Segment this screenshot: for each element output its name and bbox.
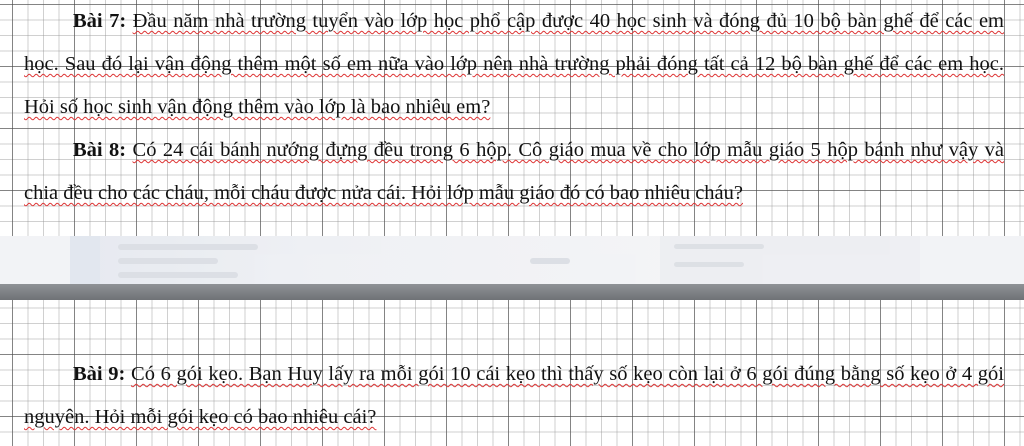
problem-7-text: Đầu năm nhà trường tuyển vào lớp học phổ… — [24, 10, 1005, 118]
worksheet-page-top: Bài 7: Đầu năm nhà trường tuyển vào lớp … — [0, 0, 1024, 236]
worksheet-page-bottom: Bài 9: Có 6 gói kẹo. Bạn Huy lấy ra mỗi … — [0, 300, 1024, 446]
problem-7-label: Bài 7: — [73, 10, 127, 32]
page-separator — [0, 284, 1024, 300]
page-break-area — [0, 236, 1024, 300]
problem-8-label: Bài 8: — [73, 139, 127, 161]
problem-9-text: Có 6 gói kẹo. Bạn Huy lấy ra mỗi gói 10 … — [24, 363, 1005, 428]
problem-7: Bài 7: Đầu năm nhà trường tuyển vào lớp … — [24, 0, 1004, 129]
problem-8: Bài 8: Có 24 cái bánh nướng đựng đều tro… — [24, 129, 1004, 215]
problem-8-text: Có 24 cái bánh nướng đựng đều trong 6 hộ… — [24, 139, 1004, 204]
background-panel-ghost — [660, 236, 920, 284]
problem-9-label: Bài 9: — [73, 363, 126, 385]
problem-9: Bài 9: Có 6 gói kẹo. Bạn Huy lấy ra mỗi … — [24, 353, 1004, 439]
background-window-ghost — [70, 236, 670, 284]
